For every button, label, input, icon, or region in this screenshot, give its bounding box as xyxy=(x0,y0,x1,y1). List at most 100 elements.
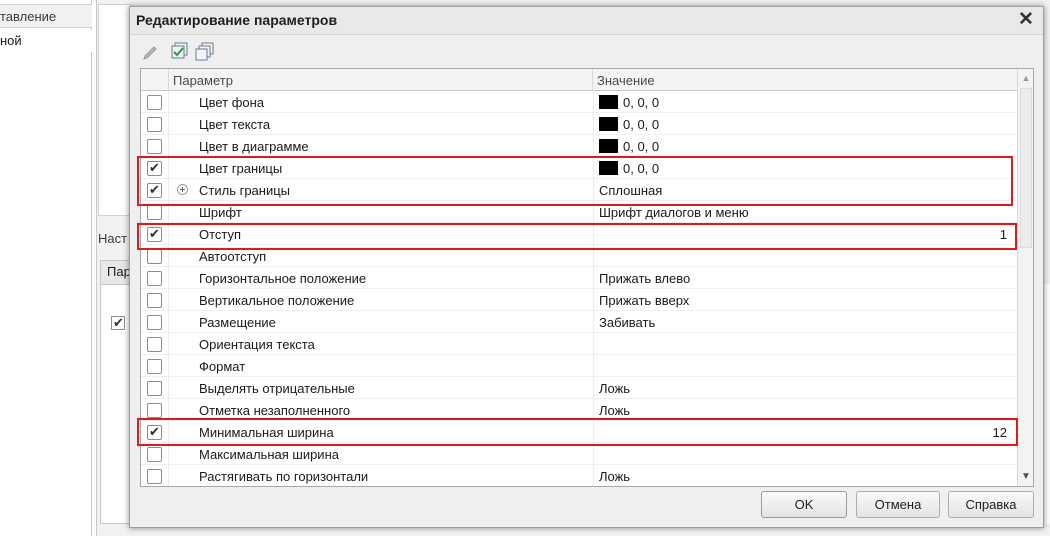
parameter-value-cell[interactable] xyxy=(593,355,1017,377)
row-checkbox[interactable] xyxy=(147,424,162,440)
parameter-value-cell[interactable]: Ложь xyxy=(593,465,1017,486)
parameter-value: Ложь xyxy=(599,469,631,484)
row-checkbox[interactable] xyxy=(147,293,162,308)
parameter-name: Ориентация текста xyxy=(199,337,315,352)
check-all-icon[interactable] xyxy=(168,40,190,62)
table-row[interactable]: Растягивать по горизонтали Ложь xyxy=(141,465,1017,486)
parameter-name: Вертикальное положение xyxy=(199,293,355,308)
row-checkbox[interactable] xyxy=(147,139,162,154)
uncheck-all-icon[interactable] xyxy=(194,40,216,62)
table-row[interactable]: Цвет в диаграмме 0, 0, 0 xyxy=(141,135,1017,157)
table-row[interactable]: Отметка незаполненного Ложь xyxy=(141,399,1017,421)
parameter-value-cell[interactable]: 0, 0, 0 xyxy=(593,157,1017,179)
row-checkbox[interactable] xyxy=(147,271,162,286)
row-checkbox[interactable] xyxy=(147,226,162,242)
parameter-value-cell[interactable]: 0, 0, 0 xyxy=(593,113,1017,135)
parameter-value: Прижать влево xyxy=(599,271,691,286)
table-row[interactable]: Цвет фона 0, 0, 0 xyxy=(141,91,1017,113)
row-checkbox[interactable] xyxy=(147,381,162,396)
scroll-thumb[interactable] xyxy=(1020,88,1032,248)
table-row[interactable]: Вертикальное положение Прижать вверх xyxy=(141,289,1017,311)
row-check-cell xyxy=(141,465,169,486)
table-row[interactable]: Выделять отрицательные Ложь xyxy=(141,377,1017,399)
parameter-value-cell[interactable]: 0, 0, 0 xyxy=(593,135,1017,157)
table-row[interactable]: Цвет границы 0, 0, 0 xyxy=(141,157,1017,179)
table-row[interactable]: Отступ 1 xyxy=(141,223,1017,245)
header-value[interactable]: Значение xyxy=(593,69,1017,91)
row-checkbox[interactable] xyxy=(147,160,162,176)
row-check-cell xyxy=(141,311,169,333)
parameter-value: Забивать xyxy=(599,315,656,330)
tab-parameters[interactable]: Пар xyxy=(100,260,132,284)
parameter-name: Горизонтальное положение xyxy=(199,271,367,286)
row-check-cell xyxy=(141,135,169,157)
parameter-name: Размещение xyxy=(199,315,276,330)
parameter-value-cell[interactable]: Ложь xyxy=(593,377,1017,399)
color-swatch xyxy=(599,139,618,153)
cancel-button[interactable]: Отмена xyxy=(856,491,940,518)
table-row[interactable]: Горизонтальное положение Прижать влево xyxy=(141,267,1017,289)
row-check-cell xyxy=(141,399,169,421)
header-parameter[interactable]: Параметр xyxy=(169,69,593,91)
table-row[interactable]: Стиль границы Сплошная xyxy=(141,179,1017,201)
background-checkbox[interactable]: ✔ xyxy=(111,315,125,330)
parameter-value: Сплошная xyxy=(599,183,663,198)
color-swatch xyxy=(599,161,618,175)
table-row[interactable]: Шрифт Шрифт диалогов и меню xyxy=(141,201,1017,223)
parameter-value: 12 xyxy=(992,425,1007,440)
scroll-up-icon[interactable]: ▲ xyxy=(1018,69,1033,87)
parameter-value-cell[interactable]: Сплошная xyxy=(593,179,1017,201)
expand-icon[interactable] xyxy=(177,184,188,195)
parameter-value-cell[interactable] xyxy=(593,333,1017,355)
ok-button[interactable]: OK xyxy=(761,491,847,518)
table-row[interactable]: Формат xyxy=(141,355,1017,377)
parameter-value: Прижать вверх xyxy=(599,293,690,308)
row-checkbox[interactable] xyxy=(147,469,162,484)
row-check-cell xyxy=(141,91,169,113)
row-checkbox[interactable] xyxy=(147,205,162,220)
parameter-value: 1 xyxy=(999,227,1007,242)
parameter-value: 0, 0, 0 xyxy=(623,161,660,176)
parameter-name: Отметка незаполненного xyxy=(199,403,351,418)
edit-icon[interactable] xyxy=(140,40,162,62)
row-checkbox[interactable] xyxy=(147,182,162,198)
parameter-value-cell[interactable] xyxy=(593,443,1017,465)
table-row[interactable]: Ориентация текста xyxy=(141,333,1017,355)
parameter-name: Минимальная ширина xyxy=(199,425,334,440)
parameter-value-cell[interactable]: Забивать xyxy=(593,311,1017,333)
row-checkbox[interactable] xyxy=(147,117,162,132)
parameter-value: 0, 0, 0 xyxy=(623,117,660,132)
close-icon[interactable]: ✕ xyxy=(1015,9,1037,31)
parameter-value-cell[interactable]: Шрифт диалогов и меню xyxy=(593,201,1017,223)
parameter-value-cell[interactable]: 12 xyxy=(593,421,1017,443)
help-button[interactable]: Справка xyxy=(948,491,1034,518)
parameter-value-cell[interactable] xyxy=(593,245,1017,267)
parameter-value-cell[interactable]: Прижать вверх xyxy=(593,289,1017,311)
scroll-down-icon[interactable]: ▼ xyxy=(1018,468,1033,486)
parameter-name: Выделять отрицательные xyxy=(199,381,355,396)
row-checkbox[interactable] xyxy=(147,359,162,374)
parameter-value: 0, 0, 0 xyxy=(623,95,660,110)
row-check-cell xyxy=(141,223,169,245)
parameter-value-cell[interactable]: 1 xyxy=(593,223,1017,245)
parameter-value-cell[interactable]: 0, 0, 0 xyxy=(593,91,1017,113)
row-checkbox[interactable] xyxy=(147,447,162,462)
table-row[interactable]: Минимальная ширина 12 xyxy=(141,421,1017,443)
parameter-value: 0, 0, 0 xyxy=(623,139,660,154)
left-panel-row[interactable]: ной xyxy=(0,30,92,52)
parameter-value-cell[interactable]: Ложь xyxy=(593,399,1017,421)
row-checkbox[interactable] xyxy=(147,337,162,352)
row-checkbox[interactable] xyxy=(147,403,162,418)
row-checkbox[interactable] xyxy=(147,315,162,330)
header-check-column xyxy=(141,69,169,91)
row-check-cell xyxy=(141,157,169,179)
parameter-value-cell[interactable]: Прижать влево xyxy=(593,267,1017,289)
table-row[interactable]: Автоотступ xyxy=(141,245,1017,267)
parameter-name: Цвет в диаграмме xyxy=(199,139,309,154)
table-row[interactable]: Максимальная ширина xyxy=(141,443,1017,465)
vertical-scrollbar[interactable]: ▲ ▼ xyxy=(1017,69,1033,486)
table-row[interactable]: Цвет текста 0, 0, 0 xyxy=(141,113,1017,135)
row-checkbox[interactable] xyxy=(147,249,162,264)
table-row[interactable]: Размещение Забивать xyxy=(141,311,1017,333)
row-checkbox[interactable] xyxy=(147,95,162,110)
